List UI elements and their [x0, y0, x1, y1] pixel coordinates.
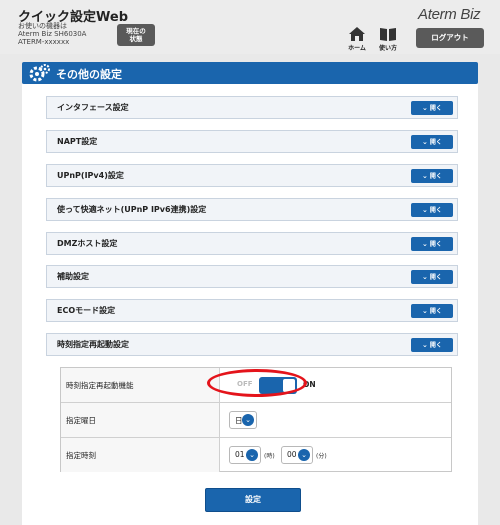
- home-icon: [349, 27, 365, 41]
- accordion-scheduled-reboot[interactable]: 時刻指定再起動設定 ⌄ 開く: [46, 333, 458, 356]
- chevron-down-icon: ⌄: [422, 172, 428, 180]
- chevron-down-icon: ⌄: [422, 240, 428, 248]
- home-label: ホーム: [348, 45, 366, 52]
- chevron-down-icon: ⌄: [422, 104, 428, 112]
- help-label: 使い方: [378, 45, 397, 52]
- open-button[interactable]: ⌄ 開く: [411, 135, 453, 149]
- chevron-down-icon: ⌄: [422, 138, 428, 146]
- device-name: ATERM-xxxxxx: [18, 38, 70, 46]
- section-header: その他の設定: [22, 62, 478, 84]
- hour-value: 01: [235, 450, 245, 459]
- open-button[interactable]: ⌄ 開く: [411, 203, 453, 217]
- submit-button[interactable]: 設定: [205, 488, 301, 512]
- top-header: クイック設定Web お使いの機器は Aterm Biz SH6030A ATER…: [0, 0, 500, 54]
- row-time: 指定時刻 01 ⌄ (時) 00 ⌄ (分): [61, 438, 451, 472]
- open-button[interactable]: ⌄ 開く: [411, 101, 453, 115]
- current-status-button[interactable]: 現在の 状態: [117, 24, 155, 46]
- highlight-annotation: [207, 369, 307, 397]
- accordion-label: NAPT設定: [57, 137, 98, 146]
- chevron-down-icon: ⌄: [242, 414, 254, 426]
- accordion-label: インタフェース設定: [57, 103, 129, 112]
- hour-unit: (時): [264, 453, 275, 460]
- accordion-upnp-ipv4[interactable]: UPnP(IPv4)設定 ⌄ 開く: [46, 164, 458, 187]
- open-button[interactable]: ⌄ 開く: [411, 338, 453, 352]
- accordion-dmz[interactable]: DMZホスト設定 ⌄ 開く: [46, 232, 458, 255]
- day-label: 指定曜日: [66, 416, 96, 425]
- row-day: 指定曜日 日 ⌄: [61, 403, 451, 438]
- chevron-down-icon: ⌄: [422, 341, 428, 349]
- minute-select[interactable]: 00 ⌄: [281, 446, 313, 464]
- book-icon: [380, 28, 396, 41]
- enable-label: 時刻指定再起動機能: [66, 381, 134, 390]
- accordion-label: ECOモード設定: [57, 306, 116, 315]
- section-title: その他の設定: [56, 68, 122, 81]
- open-button[interactable]: ⌄ 開く: [411, 270, 453, 284]
- gear-icon: [29, 64, 50, 82]
- accordion-label: 補助設定: [57, 272, 89, 281]
- accordion-label: UPnP(IPv4)設定: [57, 171, 124, 180]
- chevron-down-icon: ⌄: [422, 307, 428, 315]
- accordion-label: 時刻指定再起動設定: [57, 340, 129, 349]
- accordion-interface[interactable]: インタフェース設定 ⌄ 開く: [46, 96, 458, 119]
- hour-select[interactable]: 01 ⌄: [229, 446, 261, 464]
- accordion-upnp-ipv6[interactable]: 使って快適ネット(UPnP IPv6連携)設定 ⌄ 開く: [46, 198, 458, 221]
- time-label: 指定時刻: [66, 451, 96, 460]
- accordion-auxiliary[interactable]: 補助設定 ⌄ 開く: [46, 265, 458, 288]
- chevron-down-icon: ⌄: [422, 273, 428, 281]
- open-button[interactable]: ⌄ 開く: [411, 237, 453, 251]
- minute-value: 00: [287, 450, 297, 459]
- chevron-down-icon: ⌄: [246, 449, 258, 461]
- device-model: Aterm Biz SH6030A: [18, 30, 87, 38]
- chevron-down-icon: ⌄: [422, 206, 428, 214]
- help-nav[interactable]: 使い方: [375, 27, 401, 52]
- open-button[interactable]: ⌄ 開く: [411, 304, 453, 318]
- day-select[interactable]: 日 ⌄: [229, 411, 257, 429]
- open-button[interactable]: ⌄ 開く: [411, 169, 453, 183]
- accordion-eco[interactable]: ECOモード設定 ⌄ 開く: [46, 299, 458, 322]
- chevron-down-icon: ⌄: [298, 449, 310, 461]
- minute-unit: (分): [316, 453, 327, 460]
- accordion-label: 使って快適ネット(UPnP IPv6連携)設定: [57, 205, 207, 214]
- brand-logo: Aterm Biz: [418, 6, 481, 23]
- logout-button[interactable]: ログアウト: [416, 28, 484, 48]
- home-nav[interactable]: ホーム: [344, 27, 370, 52]
- accordion-label: DMZホスト設定: [57, 239, 118, 248]
- accordion-napt[interactable]: NAPT設定 ⌄ 開く: [46, 130, 458, 153]
